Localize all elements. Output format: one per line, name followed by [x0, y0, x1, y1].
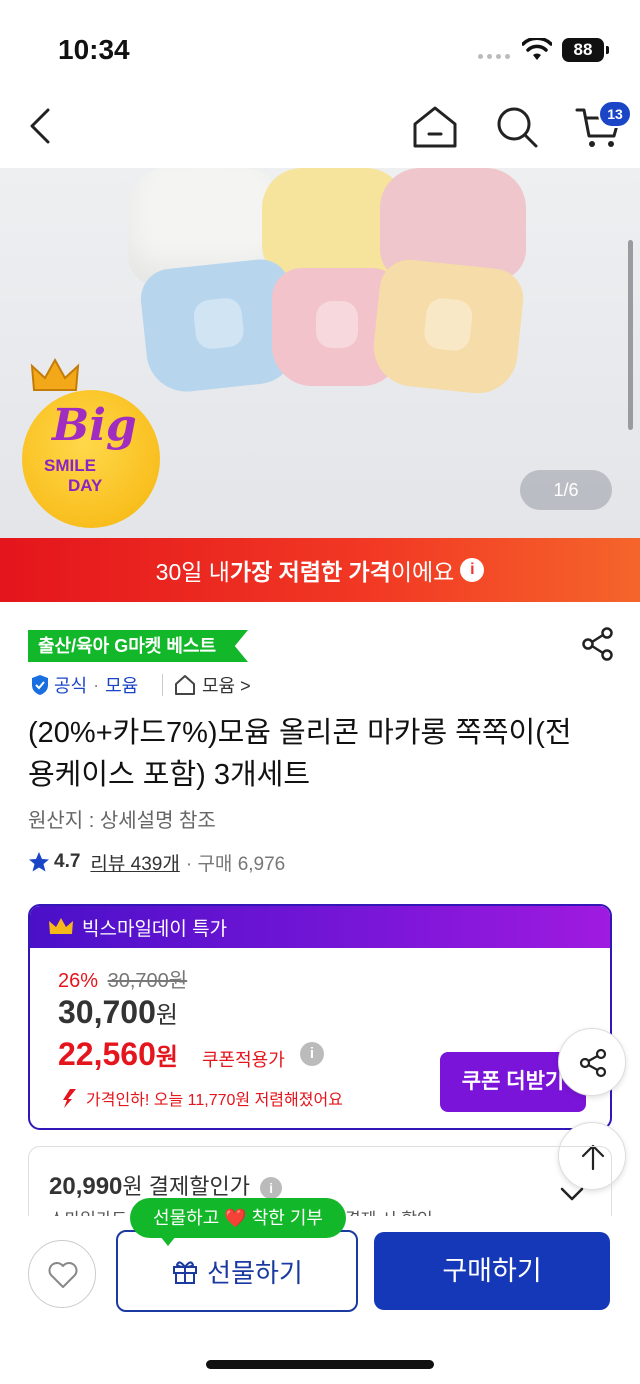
bottom-action-bar: 선물하기 선물하고 ❤️ 착한 기부 구매하기: [0, 1198, 640, 1384]
search-icon[interactable]: [494, 104, 540, 150]
product-image-carousel[interactable]: Big SMILE DAY 1/6: [0, 168, 640, 538]
scrollbar[interactable]: [628, 240, 633, 430]
coupon-price-label: 쿠폰적용가: [202, 1050, 285, 1070]
chevron-down-icon[interactable]: [559, 1185, 585, 1203]
gift-donation-tooltip: 선물하고 ❤️ 착한 기부: [130, 1198, 346, 1246]
share-icon: [579, 1048, 607, 1078]
discount-row: 26% 30,700원: [58, 964, 187, 993]
crown-icon: [49, 918, 73, 934]
special-deal-box: 빅스마일데이 특가 26% 30,700원 30,700원 22,560원 쿠폰…: [28, 904, 612, 1130]
star-icon: [29, 852, 49, 872]
cart-count-badge: 13: [598, 100, 632, 128]
battery-icon: 88: [562, 38, 609, 62]
info-icon[interactable]: i: [300, 1042, 324, 1066]
info-icon[interactable]: i: [460, 558, 485, 582]
price-down-arrow-icon: [63, 1089, 76, 1108]
status-bar: 10:34 88: [0, 0, 640, 90]
top-nav: 13: [0, 90, 640, 168]
sale-price: 30,700원: [58, 994, 178, 1030]
original-price: 30,700원: [107, 970, 188, 992]
heart-icon: [48, 1262, 78, 1288]
status-time: 10:34: [58, 34, 130, 65]
coupon-price: 22,560원: [58, 1036, 178, 1072]
signal-icon: [478, 54, 510, 59]
rating-score: 4.7: [54, 851, 81, 872]
lowest-price-banner[interactable]: 30일 내 가장 저렴한 가격 이에요 i: [0, 538, 640, 602]
gift-button[interactable]: 선물하기: [116, 1230, 358, 1312]
home-icon[interactable]: [410, 104, 460, 150]
price-drop-message: 가격인하! 오늘 11,770원 저렴해졌어요: [60, 1086, 343, 1110]
info-icon[interactable]: i: [260, 1177, 283, 1200]
gift-icon: [173, 1261, 198, 1284]
store-link[interactable]: 모윰 >: [174, 672, 251, 698]
best-badge[interactable]: 출산/육아 G마켓 베스트: [28, 630, 248, 662]
crown-icon: [30, 357, 80, 391]
payment-discount-price: 20,990원 결제할인가 i: [49, 1169, 283, 1201]
back-icon[interactable]: [24, 106, 60, 146]
wifi-icon: [522, 38, 552, 60]
shield-check-icon: [32, 675, 48, 695]
deal-header: 빅스마일데이 특가: [30, 906, 610, 948]
image-counter: 1/6: [520, 470, 612, 510]
floating-share-button[interactable]: [558, 1028, 626, 1096]
wishlist-button[interactable]: [28, 1240, 96, 1308]
purchase-count: · 구매 6,976: [185, 853, 286, 875]
review-link[interactable]: 리뷰 439개: [90, 849, 179, 876]
product-title: (20%+카드7%)모윰 올리콘 마카롱 쪽쪽이(전용케이스 포함) 3개세트: [28, 717, 572, 791]
big-smile-day-logo: Big SMILE DAY: [22, 390, 160, 528]
divider: [162, 674, 163, 696]
home-indicator: [206, 1360, 434, 1369]
store-home-icon: [175, 675, 195, 695]
pacifier-yellow: [369, 256, 527, 398]
rating-row: 4.7 리뷰 439개 · 구매 6,976: [28, 848, 285, 876]
buy-button[interactable]: 구매하기: [374, 1232, 610, 1310]
discount-rate: 26%: [58, 970, 99, 992]
share-icon[interactable]: [580, 626, 616, 662]
official-brand-link[interactable]: 공식 · 모윰: [30, 672, 138, 698]
origin-info: 원산지 : 상세설명 참조: [28, 810, 216, 832]
